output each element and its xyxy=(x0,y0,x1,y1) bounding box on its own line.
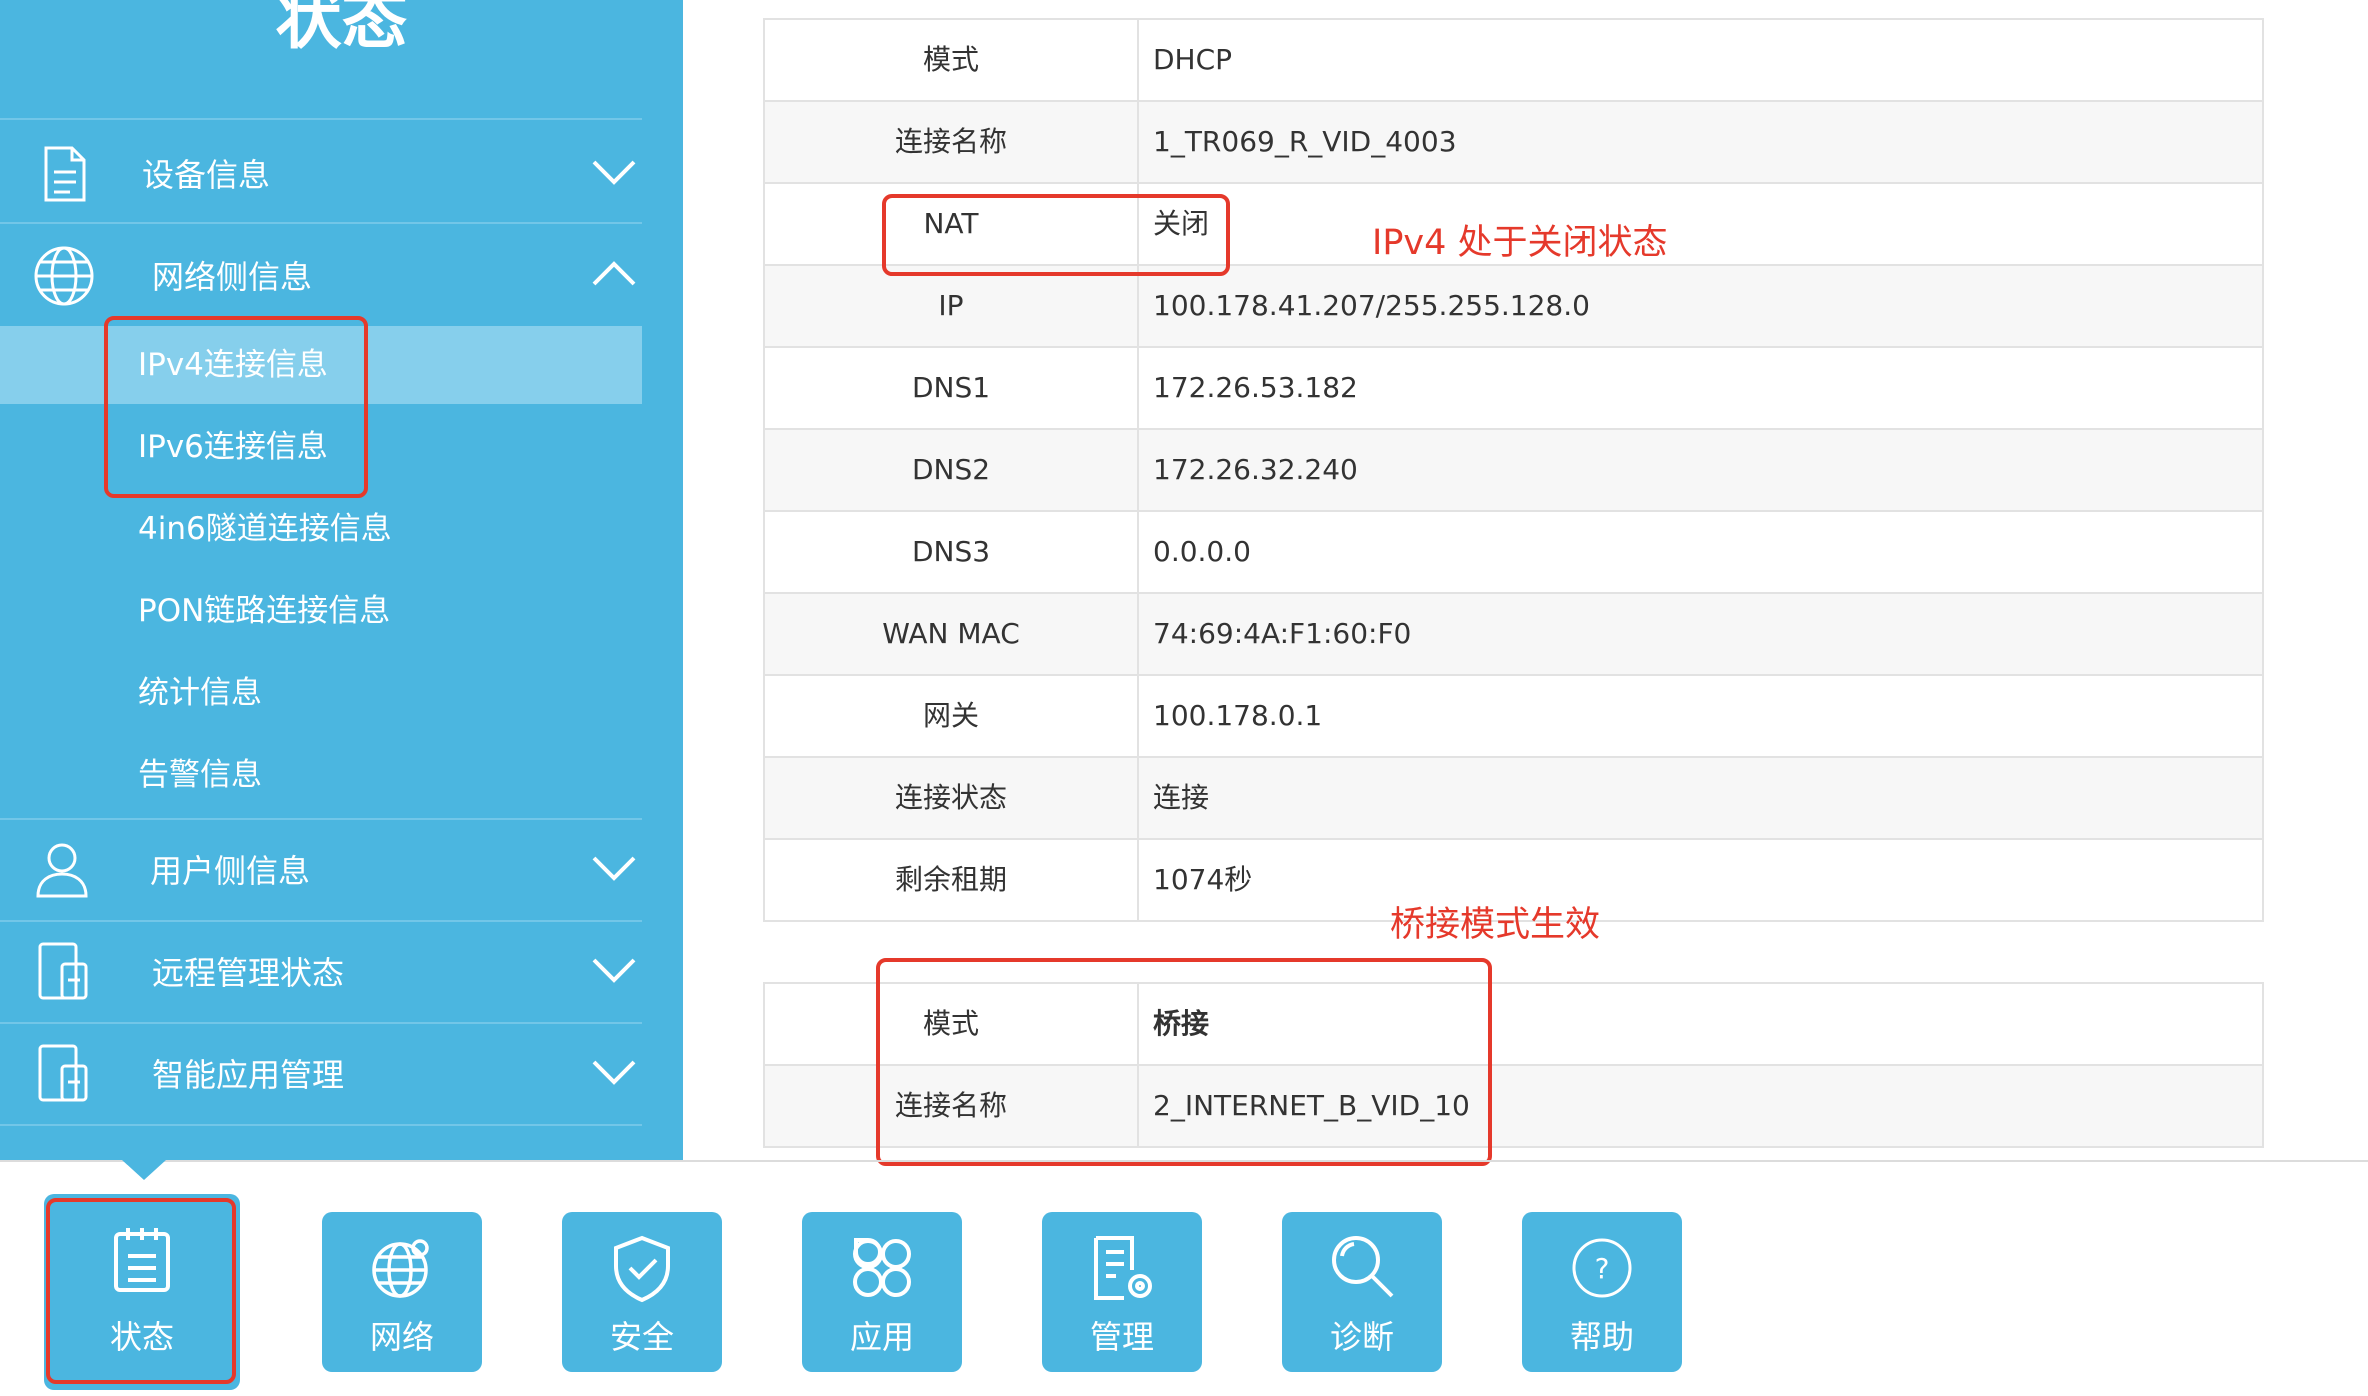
sidebar-title: 状态 xyxy=(275,0,408,58)
nav-label: 帮助 xyxy=(1569,1318,1634,1356)
chevron-up-icon[interactable] xyxy=(590,254,638,294)
table-row: WAN MAC 74:69:4A:F1:60:F0 xyxy=(765,594,2262,676)
annotation-box-status xyxy=(46,1198,236,1384)
row-value: 74:69:4A:F1:60:F0 xyxy=(1153,617,1412,650)
row-value: 1074秒 xyxy=(1153,863,1253,896)
row-value: 1_TR069_R_VID_4003 xyxy=(1153,125,1457,158)
row-key: 连接状态 xyxy=(765,758,1139,838)
annotation-box-ipv-subitems xyxy=(104,316,368,498)
row-key: IP xyxy=(765,266,1139,346)
apps-icon xyxy=(853,1238,911,1297)
nav-security-button[interactable]: 安全 xyxy=(562,1212,722,1372)
table-row: DNS2 172.26.32.240 xyxy=(765,430,2262,512)
nav-label: 安全 xyxy=(609,1318,674,1356)
divider xyxy=(0,118,642,120)
sidebar-item-label: 智能应用管理 xyxy=(152,1056,345,1094)
divider xyxy=(0,1124,642,1126)
row-value: 连接 xyxy=(1153,781,1210,814)
row-key: WAN MAC xyxy=(765,594,1139,674)
sidebar-item-label: 远程管理状态 xyxy=(152,954,345,992)
globe-icon xyxy=(372,1239,429,1298)
sidebar-item-network-info[interactable]: 网络侧信息 xyxy=(0,224,642,324)
sidebar-item-device-info[interactable]: 设备信息 xyxy=(0,122,642,222)
sidebar-item-remote-mgmt[interactable]: 远程管理状态 xyxy=(0,920,642,1020)
row-value: DHCP xyxy=(1153,43,1233,76)
document-icon xyxy=(44,146,86,202)
chevron-down-icon[interactable] xyxy=(590,848,638,888)
divider xyxy=(0,1160,2368,1162)
svg-text:?: ? xyxy=(1595,1252,1610,1285)
table-row: 网关 100.178.0.1 xyxy=(765,676,2262,758)
user-icon xyxy=(36,843,88,898)
sidebar-subitem-4in6[interactable]: 4in6隧道连接信息 xyxy=(0,490,642,568)
nav-apps-button[interactable]: 应用 xyxy=(802,1212,962,1372)
row-value: 172.26.53.182 xyxy=(1153,371,1358,404)
annotation-note-nat: IPv4 处于关闭状态 xyxy=(1372,223,1668,263)
devices-icon xyxy=(38,1044,88,1102)
table-row: 模式 DHCP xyxy=(765,20,2262,102)
row-value: 100.178.41.207/255.255.128.0 xyxy=(1153,289,1590,322)
nav-label: 应用 xyxy=(849,1318,914,1356)
chevron-down-icon[interactable] xyxy=(590,1052,638,1092)
table-row: IP 100.178.41.207/255.255.128.0 xyxy=(765,266,2262,348)
sidebar-item-smart-app[interactable]: 智能应用管理 xyxy=(0,1022,642,1122)
sidebar-subitem-label: 4in6隧道连接信息 xyxy=(138,511,392,547)
table-row: DNS1 172.26.53.182 xyxy=(765,348,2262,430)
sidebar-item-label: 网络侧信息 xyxy=(152,258,313,296)
sidebar-subitem-pon[interactable]: PON链路连接信息 xyxy=(0,572,642,650)
chevron-down-icon[interactable] xyxy=(590,950,638,990)
sidebar: 状态 设备信息 网络侧信息 IPv4连接信息 IPv6连接信息 4in6隧道连接… xyxy=(0,0,683,1162)
devices-icon xyxy=(38,942,88,1000)
sidebar-subitem-stats[interactable]: 统计信息 xyxy=(0,654,642,732)
table-row: DNS3 0.0.0.0 xyxy=(765,512,2262,594)
annotation-note-bridge: 桥接模式生效 xyxy=(1390,905,1601,945)
row-key: 剩余租期 xyxy=(765,840,1139,920)
globe-icon xyxy=(34,246,94,306)
table-row: 连接名称 1_TR069_R_VID_4003 xyxy=(765,102,2262,184)
search-icon xyxy=(1332,1236,1394,1298)
row-value: 172.26.32.240 xyxy=(1153,453,1358,486)
nav-diagnose-button[interactable]: 诊断 xyxy=(1282,1212,1442,1372)
manage-icon xyxy=(1094,1236,1152,1300)
shield-check-icon xyxy=(614,1235,670,1303)
nav-network-button[interactable]: 网络 xyxy=(322,1212,482,1372)
annotation-box-nat xyxy=(882,194,1230,276)
sidebar-subitem-label: PON链路连接信息 xyxy=(138,593,391,629)
row-value: 0.0.0.0 xyxy=(1153,535,1251,568)
row-key: DNS1 xyxy=(765,348,1139,428)
nav-label: 诊断 xyxy=(1329,1318,1394,1356)
row-key: DNS2 xyxy=(765,430,1139,510)
ipv4-info-table: 模式 DHCP 连接名称 1_TR069_R_VID_4003 NAT 关闭 IP 10… xyxy=(763,18,2264,922)
sidebar-subitem-label: 告警信息 xyxy=(138,757,262,793)
nav-help-button[interactable]: ? 帮助 xyxy=(1522,1212,1682,1372)
sidebar-item-label: 设备信息 xyxy=(142,156,271,194)
active-pointer xyxy=(122,1160,166,1180)
row-value: 100.178.0.1 xyxy=(1153,699,1323,732)
help-icon: ? xyxy=(1572,1238,1632,1298)
sidebar-subitem-alarm[interactable]: 告警信息 xyxy=(0,736,642,814)
nav-manage-button[interactable]: 管理 xyxy=(1042,1212,1202,1372)
row-key: 连接名称 xyxy=(765,102,1139,182)
nav-label: 网络 xyxy=(369,1318,434,1356)
chevron-down-icon[interactable] xyxy=(590,152,638,192)
sidebar-subitem-label: 统计信息 xyxy=(138,675,262,711)
row-key: DNS3 xyxy=(765,512,1139,592)
annotation-box-bridge xyxy=(876,958,1492,1166)
row-value: 关闭 xyxy=(1153,207,1210,240)
table-row: 连接状态 连接 xyxy=(765,758,2262,840)
row-key: 模式 xyxy=(765,20,1139,100)
sidebar-item-user-info[interactable]: 用户侧信息 xyxy=(0,818,642,918)
row-key: 网关 xyxy=(765,676,1139,756)
nav-label: 管理 xyxy=(1089,1318,1154,1356)
sidebar-item-label: 用户侧信息 xyxy=(150,852,311,890)
